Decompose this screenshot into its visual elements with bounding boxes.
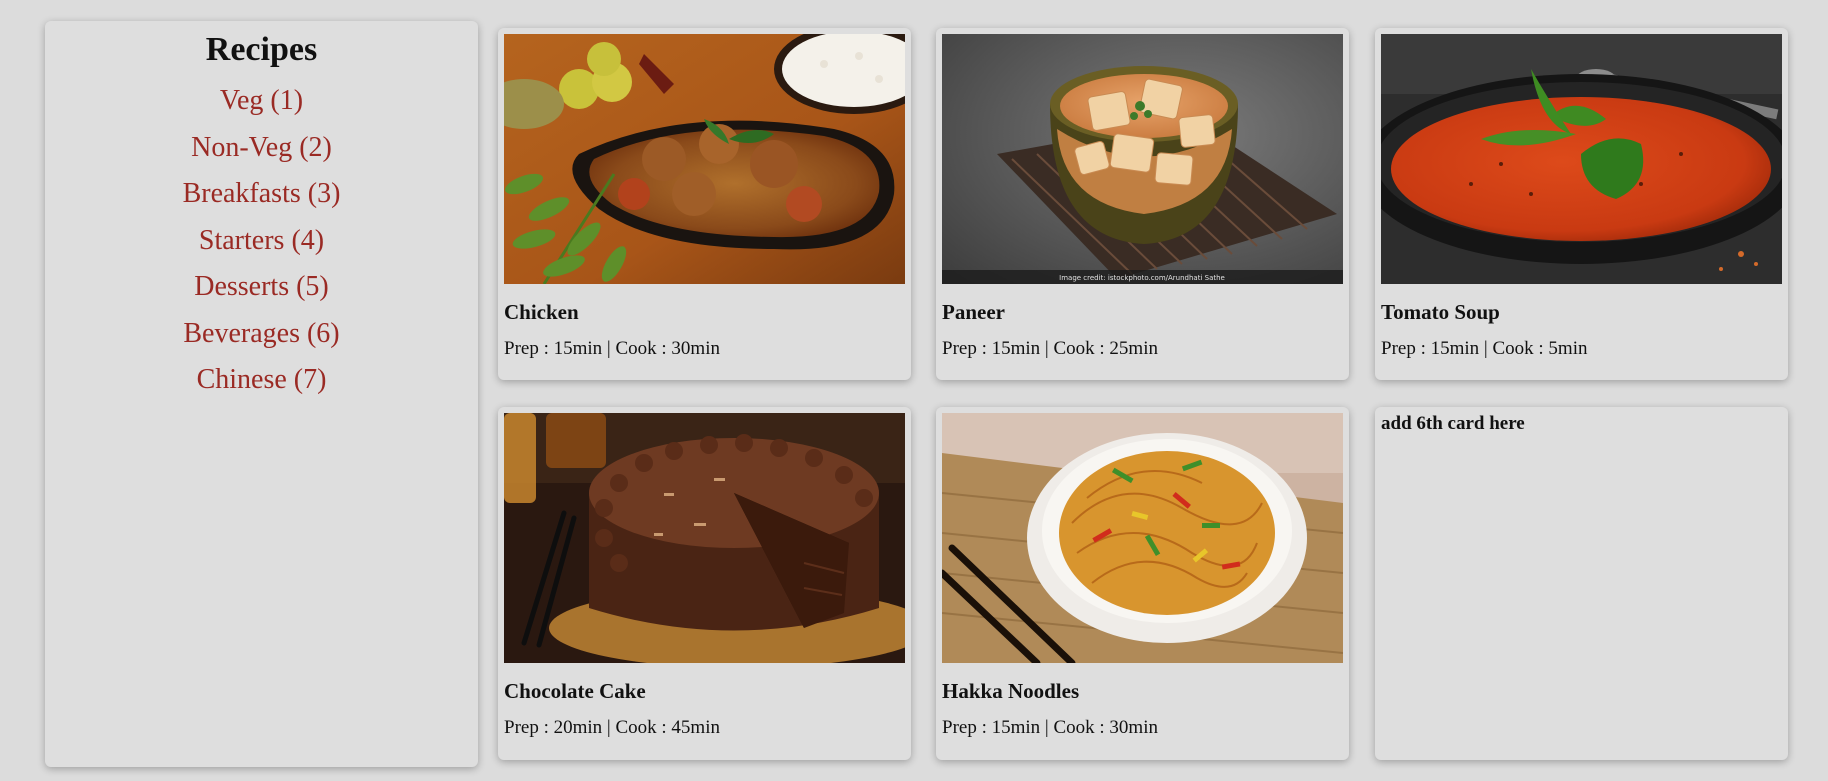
recipe-card-title: Chocolate Cake bbox=[504, 679, 646, 703]
recipe-card-hakka-noodles[interactable]: Hakka Noodles Prep : 15min | Cook : 30mi… bbox=[936, 407, 1349, 760]
recipe-card-prep-cook-times: Prep : 15min | Cook : 5min bbox=[1381, 338, 1588, 359]
image-credit-caption: Image credit: istockphoto.com/Arundhati … bbox=[1059, 274, 1225, 282]
category-link-desserts[interactable]: Desserts (5) bbox=[45, 264, 478, 311]
recipe-card-tomato-soup[interactable]: Tomato Soup Prep : 15min | Cook : 5min bbox=[1375, 28, 1788, 380]
recipe-card-prep-cook-times: Prep : 20min | Cook : 45min bbox=[504, 717, 720, 738]
recipe-card-prep-cook-times: Prep : 15min | Cook : 30min bbox=[942, 717, 1158, 738]
recipe-card-prep-cook-times: Prep : 15min | Cook : 25min bbox=[942, 338, 1158, 359]
paneer-curry-photo: Image credit: istockphoto.com/Arundhati … bbox=[942, 34, 1343, 284]
placeholder-text: add 6th card here bbox=[1381, 413, 1525, 434]
tomato-soup-photo bbox=[1381, 34, 1782, 284]
recipe-card-title: Hakka Noodles bbox=[942, 679, 1080, 703]
category-link-starters[interactable]: Starters (4) bbox=[45, 218, 478, 265]
hakka-noodles-photo bbox=[942, 413, 1343, 663]
recipe-card-title: Chicken bbox=[504, 300, 579, 324]
category-list: Veg (1) Non-Veg (2) Breakfasts (3) Start… bbox=[45, 78, 478, 404]
category-link-chinese[interactable]: Chinese (7) bbox=[45, 357, 478, 404]
recipe-card-title: Tomato Soup bbox=[1381, 300, 1500, 324]
category-link-veg[interactable]: Veg (1) bbox=[45, 78, 478, 125]
chocolate-cake-photo bbox=[504, 413, 905, 663]
sidebar-title: Recipes bbox=[205, 31, 318, 68]
category-link-breakfasts[interactable]: Breakfasts (3) bbox=[45, 171, 478, 218]
recipe-categories-sidebar: Recipes Veg (1) Non-Veg (2) Breakfasts (… bbox=[45, 21, 478, 767]
recipe-card-chocolate-cake[interactable]: Chocolate Cake Prep : 20min | Cook : 45m… bbox=[498, 407, 911, 760]
category-link-non-veg[interactable]: Non-Veg (2) bbox=[45, 125, 478, 172]
recipe-card-prep-cook-times: Prep : 15min | Cook : 30min bbox=[504, 338, 720, 359]
chicken-curry-photo bbox=[504, 34, 905, 284]
placeholder-card: add 6th card here bbox=[1375, 407, 1788, 760]
category-link-beverages[interactable]: Beverages (6) bbox=[45, 311, 478, 358]
recipe-card-title: Paneer bbox=[942, 300, 1005, 324]
recipe-card-chicken[interactable]: Chicken Prep : 15min | Cook : 30min bbox=[498, 28, 911, 380]
recipe-card-paneer[interactable]: Image credit: istockphoto.com/Arundhati … bbox=[936, 28, 1349, 380]
